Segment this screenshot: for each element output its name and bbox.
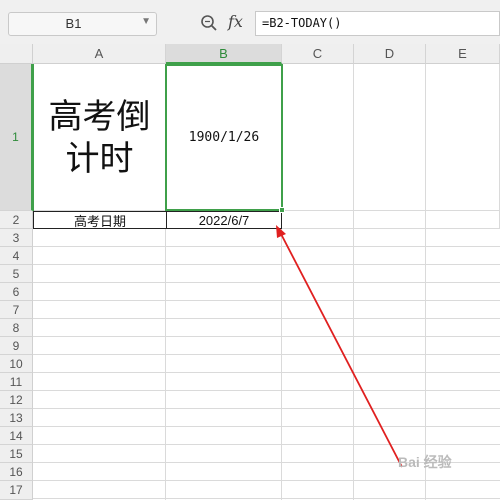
watermark: Bai 经验: [398, 454, 452, 470]
annotation-arrow: [276, 225, 403, 468]
